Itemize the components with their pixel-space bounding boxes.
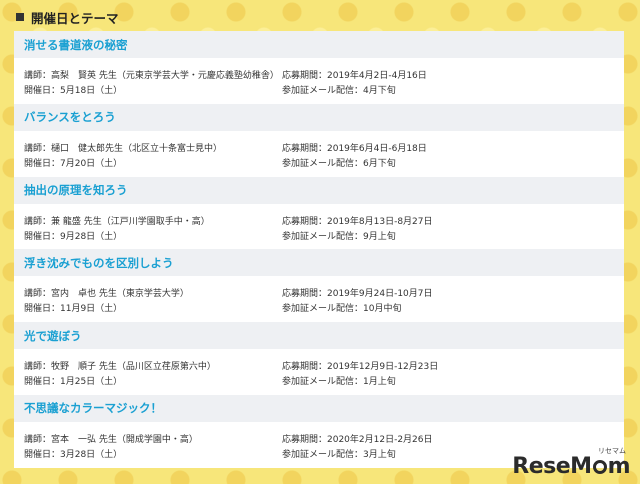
event-title: バランスをとろう [14,103,624,131]
logo-o-ring-icon [592,460,607,474]
event-lecturer: 講師：樋口 健太郎先生（北区立十条富士見中） [24,143,223,154]
event-item: 抽出の原理を知ろう 講師：兼 龍盛 先生（江戸川学園取手中・高） 開催日：9月2… [14,176,624,250]
event-mail-delivery: 参加証メール配信：1月上旬 [282,377,396,388]
event-mail-delivery: 参加証メール配信：10月中旬 [282,304,402,315]
event-title: 抽出の原理を知ろう [14,176,624,204]
event-application-period: 応募期間：2019年6月4日-6月18日 [282,143,427,154]
event-details: 講師：宮内 卓也 先生（東京学芸大学） 開催日：11月9日（土） 応募期間：20… [14,276,624,317]
event-lecturer: 講師：宮本 一弘 先生（開成学園中・高） [24,434,198,445]
event-mail-delivery: 参加証メール配信：3月上旬 [282,449,396,460]
section-heading: 開催日とテーマ [16,8,119,26]
event-application-period: 応募期間：2019年9月24日-10月7日 [282,289,433,300]
events-panel: 消せる書道液の秘密 講師：高梨 賢英 先生（元東京学芸大学・元慶応義塾幼稚舎） … [14,31,624,468]
event-title: 浮き沈みでものを区別しよう [14,249,624,277]
event-date: 開催日：9月28日（土） [24,231,123,242]
section-heading-text: 開催日とテーマ [31,10,119,26]
event-item: 浮き沈みでものを区別しよう 講師：宮内 卓也 先生（東京学芸大学） 開催日：11… [14,249,624,322]
resemom-watermark: リセマム ResеM m [512,446,630,478]
event-lecturer: 講師：兼 龍盛 先生（江戸川学園取手中・高） [24,216,210,227]
square-bullet-icon [16,13,24,21]
event-mail-delivery: 参加証メール配信：4月下旬 [282,86,396,96]
event-date: 開催日：3月28日（土） [24,449,123,460]
event-details: 講師：高梨 賢英 先生（元東京学芸大学・元慶応義塾幼稚舎） 開催日：5月18日（… [14,58,624,99]
event-item: 消せる書道液の秘密 講師：高梨 賢英 先生（元東京学芸大学・元慶応義塾幼稚舎） … [14,31,624,104]
event-item: バランスをとろう 講師：樋口 健太郎先生（北区立十条富士見中） 開催日：7月20… [14,103,624,177]
event-details: 講師：兼 龍盛 先生（江戸川学園取手中・高） 開催日：9月28日（土） 応募期間… [14,204,624,245]
watermark-logo-part-a: ResеM [512,454,592,479]
event-application-period: 応募期間：2019年8月13日-8月27日 [282,216,433,227]
event-title: 光で遊ぼう [14,322,624,350]
event-application-period: 応募期間：2019年12月9日-12月23日 [282,362,439,373]
watermark-logo: ResеM m [512,456,630,478]
event-lecturer: 講師：高梨 賢英 先生（元東京学芸大学・元慶応義塾幼稚舎） [24,71,279,81]
event-application-period: 応募期間：2020年2月12日-2月26日 [282,434,433,445]
event-details: 講師：牧野 順子 先生（品川区立荏原第六中） 開催日：1月25日（土） 応募期間… [14,349,624,390]
event-item: 光で遊ぼう 講師：牧野 順子 先生（品川区立荏原第六中） 開催日：1月25日（土… [14,322,624,395]
event-date: 開催日：7月20日（土） [24,158,123,169]
event-mail-delivery: 参加証メール配信：9月上旬 [282,231,396,242]
watermark-logo-part-b: m [607,454,631,479]
event-title: 消せる書道液の秘密 [14,31,624,58]
event-date: 開催日：5月18日（土） [24,86,123,96]
event-date: 開催日：1月25日（土） [24,377,123,388]
event-lecturer: 講師：牧野 順子 先生（品川区立荏原第六中） [24,362,216,373]
event-details: 講師：樋口 健太郎先生（北区立十条富士見中） 開催日：7月20日（土） 応募期間… [14,131,624,172]
event-date: 開催日：11月9日（土） [24,304,123,315]
event-title: 不思議なカラーマジック！ [14,394,624,422]
event-lecturer: 講師：宮内 卓也 先生（東京学芸大学） [24,289,189,300]
event-mail-delivery: 参加証メール配信：6月下旬 [282,158,396,169]
event-application-period: 応募期間：2019年4月2日-4月16日 [282,71,427,81]
